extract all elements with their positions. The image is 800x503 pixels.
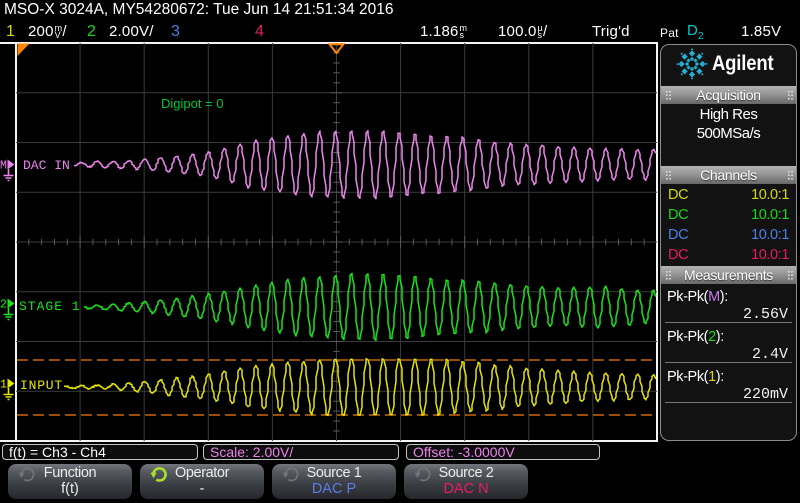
svg-text:M: M: [0, 160, 7, 173]
svg-text:2: 2: [0, 299, 7, 312]
svg-text:1: 1: [0, 379, 7, 392]
